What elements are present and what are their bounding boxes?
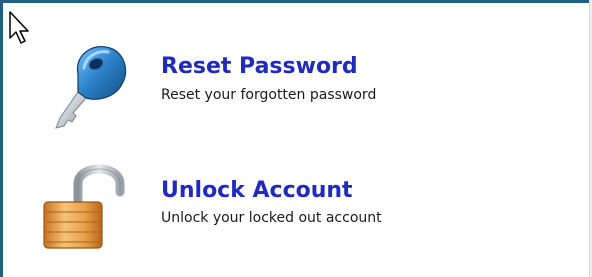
window-frame-top: [0, 0, 592, 3]
unlocked-padlock-icon: [43, 164, 125, 249]
account-options-panel: Reset Password Reset your forgotten pass…: [0, 0, 592, 277]
reset-password-description: Reset your forgotten password: [161, 87, 377, 103]
unlock-account-option[interactable]: Unlock Account Unlock your locked out ac…: [0, 150, 590, 250]
reset-password-option[interactable]: Reset Password Reset your forgotten pass…: [0, 34, 590, 134]
mouse-pointer-icon: [9, 11, 29, 44]
unlock-account-title[interactable]: Unlock Account: [161, 180, 353, 202]
key-icon: [55, 46, 127, 129]
reset-password-title[interactable]: Reset Password: [161, 56, 358, 78]
unlock-account-description: Unlock your locked out account: [161, 210, 382, 226]
